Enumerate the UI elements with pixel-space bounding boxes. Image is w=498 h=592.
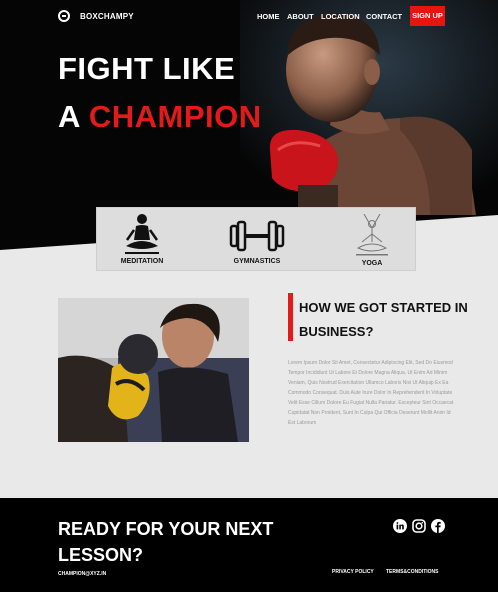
hero-title-line2: A CHAMPION <box>58 99 262 135</box>
footer-email[interactable]: CHAMPION@XYZ.IN <box>58 571 106 577</box>
story-accent-bar <box>288 293 293 341</box>
signup-button[interactable]: SIGN UP <box>410 6 445 26</box>
story-body-text: Lorem Ipsum Dolor Sit Amet, Consectetur … <box>288 360 454 426</box>
hero-title-highlight: CHAMPION <box>88 99 262 134</box>
meditation-icon <box>125 214 159 254</box>
brand-name[interactable]: BOXCHAMPY <box>80 12 134 21</box>
top-nav: BOXCHAMPY HOME ABOUT LOCATION CONTACT SI… <box>0 5 498 29</box>
nav-contact[interactable]: CONTACT <box>366 12 402 21</box>
terms-link[interactable]: TERMS&CONDITIONS <box>386 569 439 575</box>
activity-yoga[interactable]: YOGA <box>327 208 417 267</box>
nav-about[interactable]: ABOUT <box>287 12 314 21</box>
hero-title-line1: FIGHT LIKE <box>58 51 236 86</box>
dumbbell-icon <box>229 220 285 252</box>
activities-strip: MEDITATION GYMNASTICS YOGA <box>96 207 416 271</box>
facebook-icon[interactable] <box>431 519 445 533</box>
footer-cta: READY FOR YOUR NEXT LESSON? <box>58 519 274 565</box>
privacy-policy-link[interactable]: PRIVACY POLICY <box>332 569 374 575</box>
linkedin-icon[interactable] <box>393 519 407 533</box>
activity-meditation[interactable]: MEDITATION <box>97 208 187 265</box>
story-heading: HOW WE GOT STARTED IN BUSINESS? <box>299 300 468 339</box>
activity-label-gymnastics: GYMNASTICS <box>233 258 281 265</box>
activity-label-yoga: YOGA <box>361 260 383 267</box>
nav-home[interactable]: HOME <box>257 12 280 21</box>
instagram-icon[interactable] <box>412 519 426 533</box>
activity-gymnastics[interactable]: GYMNASTICS <box>212 208 302 265</box>
logo-icon[interactable] <box>58 10 70 22</box>
nav-location[interactable]: LOCATION <box>321 12 360 21</box>
yoga-icon <box>356 213 388 256</box>
training-photo <box>58 298 249 442</box>
hero-title-prefix: A <box>58 99 89 134</box>
training-photo-art <box>58 298 249 442</box>
activity-label-meditation: MEDITATION <box>120 258 164 265</box>
footer: READY FOR YOUR NEXT LESSON? CHAMPION@XYZ… <box>0 498 498 592</box>
